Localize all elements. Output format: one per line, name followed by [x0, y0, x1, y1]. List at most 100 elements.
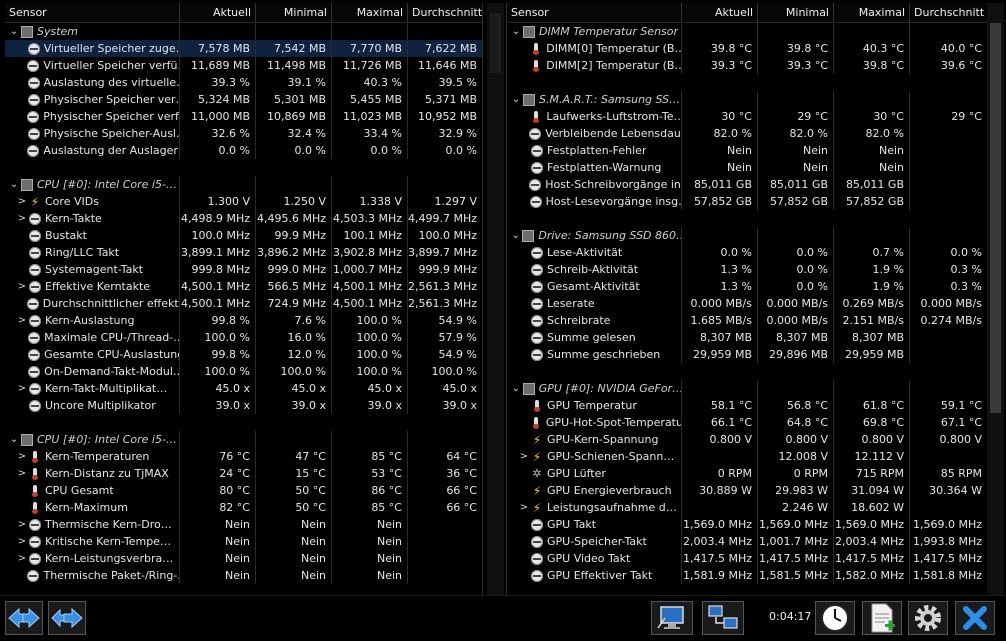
header-max[interactable]: Maximal [833, 3, 909, 22]
chevron-right-icon[interactable]: > [15, 380, 29, 397]
sensor-row-durchschnittlicher-effekti[interactable]: Durchschnittlicher effekti… 4,500.1 MHz 72… [5, 295, 482, 312]
sensor-row-laufwerks-luftstrom-te[interactable]: Laufwerks-Luftstrom-Te… 30 °C 29 °C 30 °C 29… [507, 108, 987, 125]
sensor-row-summe-gelesen[interactable]: Summe gelesen 8,307 MB 8,307 MB 8,307 MB [507, 329, 987, 346]
chevron-right-icon[interactable]: > [15, 312, 29, 329]
right-scrollbar[interactable] [987, 3, 1004, 595]
sensor-row-gpu-hot-spot-temperatur[interactable]: GPU-Hot-Spot-Temperatur 66.1 °C 64.8 °C 69.… [507, 414, 987, 431]
header-max[interactable]: Maximal [331, 3, 407, 22]
chevron-right-icon[interactable]: > [15, 278, 29, 295]
chevron-right-icon[interactable]: > [15, 210, 29, 227]
chevron-right-icon[interactable]: > [15, 465, 29, 482]
header-sensor[interactable]: Sensor [5, 3, 179, 22]
chevron-down-icon[interactable]: ⌄ [7, 431, 21, 448]
chevron-right-icon[interactable]: > [15, 193, 29, 210]
sensor-row-leserate[interactable]: Leserate 0.000 MB/s 0.000 MB/s 0.269 MB/s 0.… [507, 295, 987, 312]
network-share-button[interactable] [702, 601, 744, 635]
sensor-group-s-m-a-r-t-samsung-ss[interactable]: ⌄ S.M.A.R.T.: Samsung SS… [507, 91, 987, 108]
sensor-row-gpu-temperatur[interactable]: GPU Temperatur 58.1 °C 56.8 °C 61.8 °C 59.1 … [507, 397, 987, 414]
sensor-row-thermische-paket-ring[interactable]: Thermische Paket-/Ring-… Nein Nein Nein [5, 567, 482, 584]
clock-button[interactable] [815, 601, 855, 635]
chevron-right-icon[interactable]: > [517, 448, 531, 465]
sensor-row-schreibrate[interactable]: Schreibrate 1.685 MB/s 0.000 MB/s 2.151 MB/… [507, 312, 987, 329]
sensor-row-uncore-multiplikator[interactable]: Uncore Multiplikator 39.0 x 39.0 x 39.0 x 39… [5, 397, 482, 414]
chevron-right-icon[interactable]: > [15, 533, 29, 550]
sensor-row-summe-geschrieben[interactable]: Summe geschrieben 29,959 MB 29,896 MB 29,95… [507, 346, 987, 363]
chevron-down-icon[interactable]: ⌄ [509, 23, 523, 40]
sensor-row-physische-speicher-ausl[interactable]: Physische Speicher-Ausl… 32.6 % 32.4 % 33.4… [5, 125, 482, 142]
sensor-row-dimm-0-temperatur-b[interactable]: DIMM[0] Temperatur (B… 39.8 °C 39.8 °C 40.3… [507, 40, 987, 57]
sensor-row-kern-distanz-zu-tjmax[interactable]: > Kern-Distanz zu TjMAX 24 °C 15 °C 53 °C 36 … [5, 465, 482, 482]
sensor-row-kern-takt-multiplikat[interactable]: > Kern-Takt-Multiplikat… 45.0 x 45.0 x 45.0 … [5, 380, 482, 397]
left-scroll-thumb[interactable] [490, 13, 501, 73]
sensor-row-leistungsaufnahme-d[interactable]: > ⚡ Leistungsaufnahme d… 2.246 W 18.602 W [507, 499, 987, 516]
sensor-row-kern-takte[interactable]: > Kern-Takte 4,498.9 MHz 4,495.6 MHz 4,503.3… [5, 210, 482, 227]
sensor-group-system[interactable]: ⌄ System [5, 23, 482, 40]
sensor-row-gpu-speicher-takt[interactable]: GPU-Speicher-Takt 2,003.4 MHz 1,001.7 MHz 2… [507, 533, 987, 550]
prev-nav-button[interactable] [5, 601, 43, 635]
next-nav-button[interactable] [48, 601, 86, 635]
sensor-group-cpu-0-intel-core-i5[interactable]: ⌄ CPU [#0]: Intel Core i5-… [5, 431, 482, 448]
settings-button[interactable] [908, 601, 948, 635]
sensor-group-cpu-0-intel-core-i5[interactable]: ⌄ CPU [#0]: Intel Core i5-… [5, 176, 482, 193]
header-sensor[interactable]: Sensor [507, 3, 681, 22]
header-current[interactable]: Aktuell [179, 3, 255, 22]
sensor-row-auslastung-des-virtuelle[interactable]: Auslastung des virtuelle… 39.3 % 39.1 % 40.… [5, 74, 482, 91]
sensor-row-physischer-speicher-verf[interactable]: Physischer Speicher verf… 11,000 MB 10,869… [5, 108, 482, 125]
chevron-right-icon[interactable]: > [517, 499, 531, 516]
chevron-right-icon[interactable]: > [15, 516, 29, 533]
header-current[interactable]: Aktuell [681, 3, 757, 22]
sensor-row-core-vids[interactable]: > ⚡ Core VIDs 1.300 V 1.250 V 1.338 V 1.297 V [5, 193, 482, 210]
chevron-down-icon[interactable]: ⌄ [509, 380, 523, 397]
sensor-row-auslastung-der-auslager[interactable]: Auslastung der Auslager… 0.0 % 0.0 % 0.0 % 0… [5, 142, 482, 159]
sensor-row-host-lesevorg-nge-insg[interactable]: Host-Lesevorgänge insg… 57,852 GB 57,852 G… [507, 193, 987, 210]
sensor-row-gpu-l-fter[interactable]: ✲ GPU Lüfter 0 RPM 0 RPM 715 RPM 85 RPM [507, 465, 987, 482]
network-screen-button[interactable] [651, 601, 693, 635]
sensor-row-gpu-energieverbrauch[interactable]: ⚡ GPU Energieverbrauch 30.889 W 29.983 W 31.… [507, 482, 987, 499]
left-scrollbar[interactable] [487, 3, 504, 595]
sensor-row-dimm-2-temperatur-b[interactable]: DIMM[2] Temperatur (B… 39.3 °C 39.3 °C 39.8… [507, 57, 987, 74]
sensor-row-gpu-video-takt[interactable]: GPU Video Takt 1,417.5 MHz 1,417.5 MHz 1,41… [507, 550, 987, 567]
sensor-row-physischer-speicher-ver[interactable]: Physischer Speicher ver… 5,324 MB 5,301 MB… [5, 91, 482, 108]
chevron-down-icon[interactable]: ⌄ [7, 176, 21, 193]
sensor-group-dimm-temperatur-sensor[interactable]: ⌄ DIMM Temperatur Sensor [507, 23, 987, 40]
sensor-row-verbleibende-lebensdau[interactable]: Verbleibende Lebensdau… 82.0 % 82.0 % 82.0 … [507, 125, 987, 142]
sensor-row-on-demand-takt-modul[interactable]: On-Demand-Takt-Modul… 100.0 % 100.0 % 100.0… [5, 363, 482, 380]
right-scroll-thumb[interactable] [990, 23, 1001, 413]
sensor-row-lese-aktivit-t[interactable]: Lese-Aktivität 0.0 % 0.0 % 0.7 % 0.0 % [507, 244, 987, 261]
sensor-row-cpu-gesamt[interactable]: CPU Gesamt 80 °C 50 °C 86 °C 66 °C [5, 482, 482, 499]
sensor-row-festplatten-warnung[interactable]: Festplatten-Warnung Nein Nein Nein [507, 159, 987, 176]
sensor-row-kritische-kern-tempe[interactable]: > Kritische Kern-Tempe… Nein Nein Nein [5, 533, 482, 550]
sensor-row-systemagent-takt[interactable]: Systemagent-Takt 999.8 MHz 999.0 MHz 1,000.… [5, 261, 482, 278]
chevron-down-icon[interactable]: ⌄ [509, 91, 523, 108]
header-avg[interactable]: Durchschnitt [407, 3, 482, 22]
sensor-row-kern-auslastung[interactable]: > Kern-Auslastung 99.8 % 7.6 % 100.0 % 54.9 % [5, 312, 482, 329]
report-add-button[interactable] [862, 601, 902, 635]
sensor-row-schreib-aktivit-t[interactable]: Schreib-Aktivität 1.3 % 0.0 % 1.9 % 0.3 % [507, 261, 987, 278]
sensor-row-maximale-cpu-thread[interactable]: Maximale CPU-/Thread-… 100.0 % 16.0 % 100.0… [5, 329, 482, 346]
sensor-row-effektive-kerntakte[interactable]: > Effektive Kerntakte 4,500.1 MHz 566.5 MHz… [5, 278, 482, 295]
sensor-row-gesamte-cpu-auslastung[interactable]: Gesamte CPU-Auslastung 99.8 % 12.0 % 100.0 … [5, 346, 482, 363]
sensor-row-thermische-kern-dro[interactable]: > Thermische Kern-Dro… Nein Nein Nein [5, 516, 482, 533]
header-avg[interactable]: Durchschnitt [909, 3, 987, 22]
sensor-row-gpu-kern-spannung[interactable]: ⚡ GPU-Kern-Spannung 0.800 V 0.800 V 0.800 V0… [507, 431, 987, 448]
header-min[interactable]: Minimal [757, 3, 833, 22]
sensor-group-gpu-0-nvidia-gefor[interactable]: ⌄ GPU [#0]: NVIDIA GeFor… [507, 380, 987, 397]
sensor-row-gpu-schienen-spann[interactable]: > ⚡ GPU-Schienen-Spann… 12.008 V 12.112 V [507, 448, 987, 465]
sensor-row-virtueller-speicher-verf[interactable]: Virtueller Speicher verfü… 11,689 MB 11,49… [5, 57, 482, 74]
sensor-group-drive-samsung-ssd-860[interactable]: ⌄ Drive: Samsung SSD 860… [507, 227, 987, 244]
sensor-row-host-schreibvorg-nge-in[interactable]: Host-Schreibvorgänge in… 85,011 GB 85,011 … [507, 176, 987, 193]
sensor-row-ring-llc-takt[interactable]: Ring/LLC Takt 3,899.1 MHz 3,896.2 MHz 3,902… [5, 244, 482, 261]
close-button[interactable] [955, 601, 995, 635]
chevron-right-icon[interactable]: > [15, 550, 29, 567]
sensor-row-gpu-takt[interactable]: GPU Takt 1,569.0 MHz 1,569.0 MHz 1,569.0 MH… [507, 516, 987, 533]
sensor-row-gesamt-aktivit-t[interactable]: Gesamt-Aktivität 1.3 % 0.0 % 1.9 % 0.3 % [507, 278, 987, 295]
chevron-right-icon[interactable]: > [15, 448, 29, 465]
sensor-row-festplatten-fehler[interactable]: Festplatten-Fehler Nein Nein Nein [507, 142, 987, 159]
header-min[interactable]: Minimal [255, 3, 331, 22]
chevron-down-icon[interactable]: ⌄ [7, 23, 21, 40]
sensor-row-kern-maximum[interactable]: Kern-Maximum 82 °C 50 °C 85 °C 66 °C [5, 499, 482, 516]
chevron-down-icon[interactable]: ⌄ [509, 227, 522, 244]
sensor-row-gpu-effektiver-takt[interactable]: GPU Effektiver Takt 1,581.9 MHz 1,581.5 MH… [507, 567, 987, 584]
sensor-row-virtueller-speicher-zuge[interactable]: Virtueller Speicher zuge… 7,578 MB 7,542 M… [5, 40, 482, 57]
sensor-row-bustakt[interactable]: Bustakt 100.0 MHz 99.9 MHz 100.1 MHz 100.0 M… [5, 227, 482, 244]
